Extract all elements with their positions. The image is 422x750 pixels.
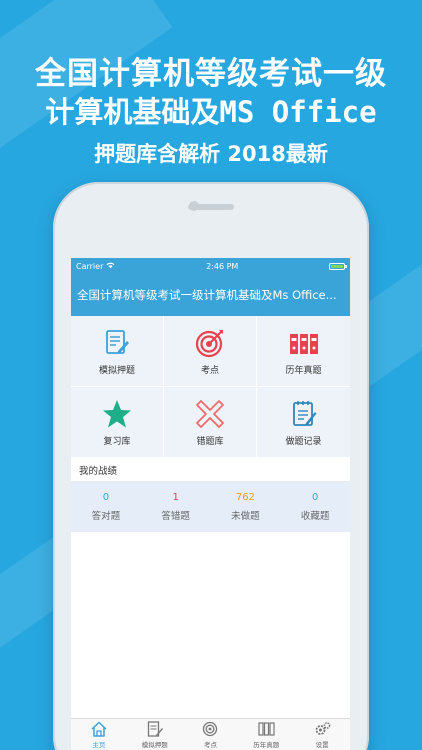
tab-label: 模拟押题 [141, 741, 168, 749]
star-icon [100, 398, 134, 430]
menu-item-past-papers[interactable]: 历年真题 [257, 316, 350, 387]
target-icon [200, 720, 220, 738]
phone-speaker [188, 204, 234, 210]
stat-label: 未做题 [231, 511, 260, 522]
stat-value: 0 [311, 492, 319, 503]
tab-label: 考点 [203, 741, 217, 749]
document-edit-icon [145, 720, 165, 738]
stat-label: 答对题 [91, 511, 121, 522]
menu-item-label: 复习库 [103, 436, 131, 447]
binders-icon [287, 327, 321, 359]
record-stats: 0 答对题 1 答错题 762 未做题 0 收藏题 [71, 482, 350, 532]
menu-item-label: 错题库 [196, 436, 224, 447]
menu-item-mock-exam[interactable]: 模拟押题 [71, 316, 164, 387]
status-bar: Carrier 2:46 PM [71, 258, 350, 274]
tab-settings[interactable]: 设置 [294, 719, 350, 750]
carrier-label: Carrier [76, 261, 104, 271]
stat-value: 0 [102, 492, 110, 503]
record-section-title: 我的战绩 [71, 458, 350, 482]
cross-icon [193, 398, 227, 430]
promo-headline: 全国计算机等级考试一级 [35, 56, 387, 92]
binders-icon [256, 720, 276, 738]
document-edit-icon [100, 327, 134, 359]
menu-item-label: 模拟押题 [98, 365, 135, 376]
stat-label: 答错题 [161, 511, 190, 522]
menu-item-label: 考点 [200, 365, 219, 376]
notepad-icon [287, 398, 321, 430]
tab-past-papers[interactable]: 历年真题 [238, 719, 294, 750]
stat-wrong[interactable]: 1 答错题 [141, 482, 211, 532]
target-icon [193, 327, 227, 359]
menu-item-wrong-bank[interactable]: 错题库 [164, 387, 257, 458]
stat-value: 1 [172, 492, 179, 503]
status-time: 2:46 PM [206, 261, 239, 271]
stat-value: 762 [235, 492, 255, 503]
home-icon [89, 720, 109, 738]
stat-label: 收藏题 [300, 511, 330, 522]
menu-item-review-bank[interactable]: 复习库 [71, 387, 164, 458]
gear-icon [312, 720, 332, 738]
stat-favorites[interactable]: 0 收藏题 [280, 482, 350, 532]
feature-grid: 模拟押题 考点 历年真题 复习库 错题库 做题记录 [71, 316, 350, 458]
wifi-icon [106, 262, 115, 271]
stat-correct[interactable]: 0 答对题 [71, 482, 141, 532]
tab-mock-exam[interactable]: 模拟押题 [127, 719, 183, 750]
promo-subheadline: 计算机基础及MS Office [45, 95, 377, 129]
tab-home[interactable]: 主页 [71, 719, 127, 750]
tab-label: 设置 [315, 741, 329, 749]
tab-key-points[interactable]: 考点 [183, 719, 239, 750]
menu-item-label: 历年真题 [285, 365, 322, 376]
stat-undone[interactable]: 762 未做题 [211, 482, 281, 532]
page-title: 全国计算机等级考试一级计算机基础及Ms Office... [77, 288, 337, 302]
nav-bar: 全国计算机等级考试一级计算机基础及Ms Office... [71, 274, 350, 316]
menu-item-key-points[interactable]: 考点 [164, 316, 257, 387]
battery-icon [329, 262, 347, 270]
menu-item-label: 做题记录 [285, 436, 322, 447]
app-screen: Carrier 2:46 PM 全国计算机等级考试一级计算机基础及Ms Offi… [71, 258, 350, 750]
promo-tagline: 押题库含解析 2018最新 [94, 142, 328, 166]
tab-bar: 主页 模拟押题 考点 历年真题 设置 [71, 718, 350, 750]
tab-label: 主页 [92, 741, 106, 749]
tab-label: 历年真题 [253, 741, 280, 749]
menu-item-practice-log[interactable]: 做题记录 [257, 387, 350, 458]
